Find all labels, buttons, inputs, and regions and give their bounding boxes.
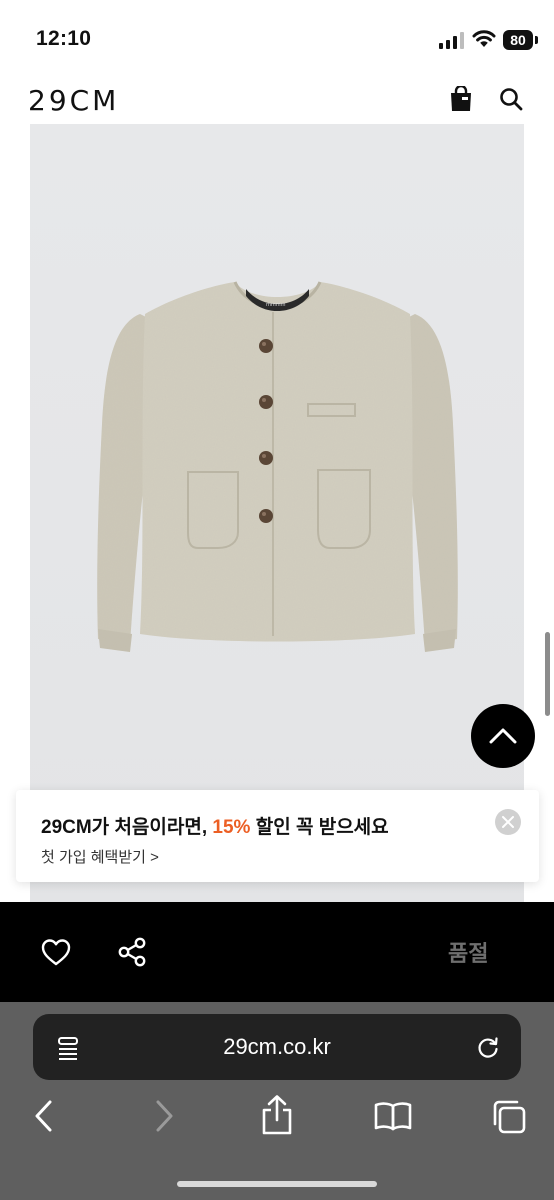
shopping-bag-icon[interactable] [449, 86, 473, 112]
promo-title-suffix: 할인 꼭 받으세요 [250, 817, 389, 838]
bookmarks-icon[interactable] [373, 1100, 413, 1132]
sold-out-label: 품절 [448, 941, 489, 966]
brand-logo[interactable]: 29CM [28, 84, 119, 117]
promo-close-button[interactable] [495, 809, 521, 835]
chevron-up-icon [489, 728, 517, 744]
wifi-icon [472, 30, 496, 47]
share-sheet-icon[interactable] [259, 1094, 295, 1136]
scroll-indicator[interactable] [545, 632, 550, 716]
share-icon[interactable] [116, 936, 148, 968]
status-bar: 12:10 80 [0, 0, 554, 76]
signup-benefit-link[interactable]: 첫 가입 혜택받기 > [41, 846, 159, 867]
reload-icon[interactable] [475, 1034, 501, 1060]
product-action-bar: 품절 [0, 902, 554, 1002]
product-image[interactable]: mmmm [30, 124, 524, 902]
address-bar[interactable]: 29cm.co.kr [33, 1014, 521, 1080]
tabs-icon[interactable] [491, 1099, 527, 1135]
promo-discount: 15% [212, 817, 251, 838]
battery-level: 80 [503, 30, 533, 50]
heart-icon[interactable] [40, 937, 72, 967]
search-icon[interactable] [499, 87, 523, 111]
signup-promo-banner[interactable]: 29CM가 처음이라면, 15% 할인 꼭 받으세요 첫 가입 혜택받기 > [16, 790, 539, 882]
home-indicator [177, 1181, 377, 1187]
back-icon[interactable] [30, 1098, 58, 1134]
battery-tip [535, 36, 538, 44]
svg-text:mmmm: mmmm [266, 302, 286, 308]
close-icon [502, 816, 514, 828]
url-text: 29cm.co.kr [223, 1034, 331, 1059]
battery-icon: 80 [503, 30, 539, 50]
forward-icon[interactable] [150, 1098, 178, 1134]
signal-icon [439, 32, 464, 49]
status-time: 12:10 [36, 27, 92, 50]
promo-title-prefix: 29CM가 처음이라면, [41, 817, 213, 838]
promo-title: 29CM가 처음이라면, 15% 할인 꼭 받으세요 [41, 812, 389, 839]
scroll-to-top-button[interactable] [471, 704, 535, 768]
jacket-illustration: mmmm [97, 281, 458, 652]
